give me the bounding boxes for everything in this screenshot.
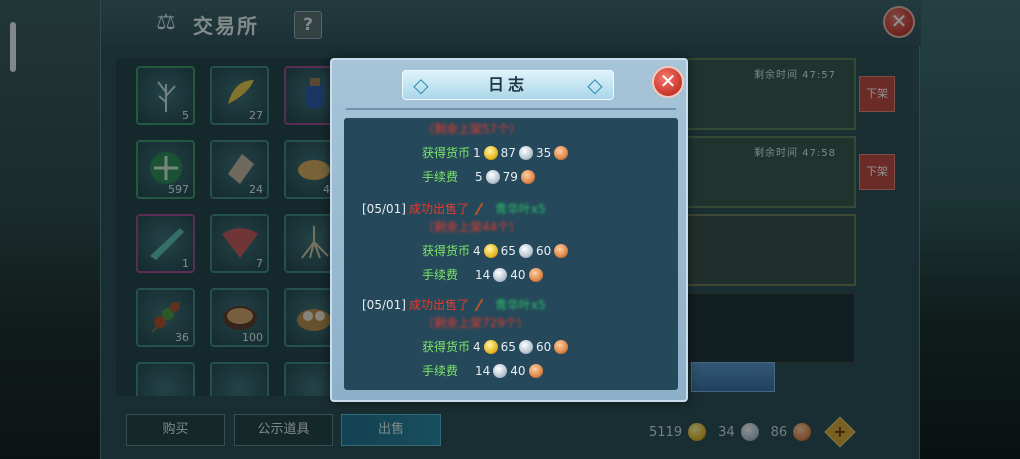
log-fee-row: 手续费 14 40 — [422, 362, 543, 380]
earned-gold: 4 — [473, 244, 481, 258]
log-entries[interactable]: （剩余上架57个） 获得货币 1 87 35 手续费 5 79 [05/01] … — [344, 118, 678, 390]
gold-coin-icon — [483, 340, 498, 354]
earned-silver: 65 — [500, 340, 516, 354]
fee-copper: 40 — [510, 268, 526, 282]
copper-coin-icon — [520, 170, 535, 184]
earned-gold: 4 — [473, 340, 481, 354]
silver-coin-icon — [485, 170, 500, 184]
copper-coin-icon — [554, 244, 569, 258]
earned-copper: 35 — [535, 146, 552, 160]
cloud-ornament-icon: ◇ — [413, 73, 429, 97]
fee-label: 手续费 — [422, 170, 459, 184]
earned-label: 获得货币 — [422, 146, 471, 160]
earned-label: 获得货币 — [422, 244, 471, 258]
item-sword-icon — [472, 202, 486, 216]
silver-coin-icon — [518, 146, 533, 160]
header-divider — [346, 108, 676, 110]
copper-coin-icon — [554, 340, 569, 354]
gold-coin-icon — [483, 146, 498, 160]
fee-silver: 14 — [475, 268, 491, 282]
log-action: 成功出售了 — [408, 298, 469, 312]
log-earned-row: 获得货币 4 65 60 — [422, 338, 569, 356]
earned-silver: 87 — [500, 146, 516, 160]
log-item-name: 青华叶x5 — [494, 298, 546, 312]
copper-coin-icon — [528, 364, 543, 378]
fee-label: 手续费 — [422, 364, 459, 378]
fee-copper: 79 — [502, 170, 518, 184]
log-earned-row: 获得货币 4 65 60 — [422, 242, 569, 260]
fee-silver: 5 — [475, 170, 483, 184]
silver-coin-icon — [493, 364, 508, 378]
log-fee-row: 手续费 14 40 — [422, 266, 543, 284]
log-dialog: 日志 ◇ ◇ ✕ （剩余上架57个） 获得货币 1 87 35 手续费 5 79… — [330, 58, 688, 402]
silver-coin-icon — [518, 244, 533, 258]
silver-coin-icon — [518, 340, 533, 354]
log-remark: （剩余上架57个） — [422, 122, 522, 136]
fee-silver: 14 — [475, 364, 491, 378]
copper-coin-icon — [528, 268, 543, 282]
log-action: 成功出售了 — [408, 202, 469, 216]
fee-label: 手续费 — [422, 268, 459, 282]
log-earned-row: 获得货币 1 87 35 — [422, 144, 569, 162]
earned-copper: 60 — [535, 340, 552, 354]
log-remark: （剩余上架729个） — [422, 316, 529, 330]
log-item-name: 青华叶x5 — [494, 202, 546, 216]
log-remark: （剩余上架44个） — [422, 220, 522, 234]
fee-copper: 40 — [510, 364, 526, 378]
gold-coin-icon — [483, 244, 498, 258]
log-fee-row: 手续费 5 79 — [422, 168, 535, 186]
cloud-ornament-icon: ◇ — [587, 73, 603, 97]
earned-copper: 60 — [535, 244, 552, 258]
copper-coin-icon — [554, 146, 569, 160]
earned-label: 获得货币 — [422, 340, 471, 354]
earned-silver: 65 — [500, 244, 516, 258]
log-date: [05/01] — [362, 298, 406, 312]
log-close-button[interactable]: ✕ — [652, 66, 684, 98]
silver-coin-icon — [493, 268, 508, 282]
log-sale-row: [05/01] 成功出售了 青华叶x5 — [362, 296, 546, 314]
log-sale-row: [05/01] 成功出售了 青华叶x5 — [362, 200, 546, 218]
log-date: [05/01] — [362, 202, 406, 216]
item-sword-icon — [472, 298, 486, 312]
earned-gold: 1 — [473, 146, 481, 160]
